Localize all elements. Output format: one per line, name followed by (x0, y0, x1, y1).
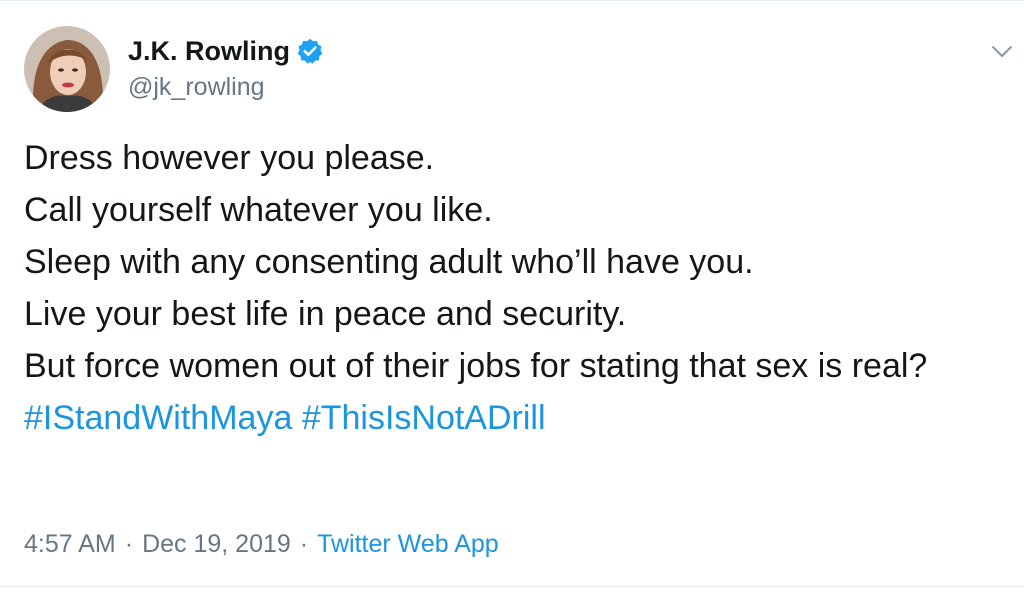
chevron-down-icon (986, 39, 1018, 63)
hashtag-link[interactable]: #ThisIsNotADrill (302, 399, 546, 437)
hashtag-list: #IStandWithMaya #ThisIsNotADrill (24, 392, 994, 444)
verified-badge-icon (296, 37, 324, 65)
tweet-line: Dress however you please. (24, 139, 435, 177)
tweet-line: But force women out of their jobs for st… (24, 347, 928, 385)
tweet-line: Live your best life in peace and securit… (24, 295, 627, 333)
divider (0, 586, 1024, 587)
author-name-row[interactable]: J.K. Rowling (128, 35, 324, 67)
tweet-metadata: 4:57 AM · Dec 19, 2019 · Twitter Web App (24, 528, 499, 560)
author-handle[interactable]: @jk_rowling (128, 72, 265, 102)
avatar[interactable] (24, 26, 110, 112)
hashtag-link[interactable]: #IStandWithMaya (24, 399, 292, 437)
tweet-text: Dress however you please. Call yourself … (24, 132, 994, 444)
tweet-line: Sleep with any consenting adult who’ll h… (24, 243, 754, 281)
tweet-date[interactable]: Dec 19, 2019 (142, 528, 291, 560)
tweet-line: Call yourself whatever you like. (24, 191, 493, 229)
author-display-name[interactable]: J.K. Rowling (128, 35, 290, 67)
meta-separator: · (299, 530, 309, 558)
tweet-time[interactable]: 4:57 AM (24, 528, 116, 560)
meta-separator: · (124, 530, 134, 558)
tweet-menu-button[interactable] (986, 39, 1018, 63)
tweet-source-link[interactable]: Twitter Web App (317, 528, 499, 560)
tweet-card: J.K. Rowling @jk_rowling Dress however y… (0, 0, 1024, 599)
